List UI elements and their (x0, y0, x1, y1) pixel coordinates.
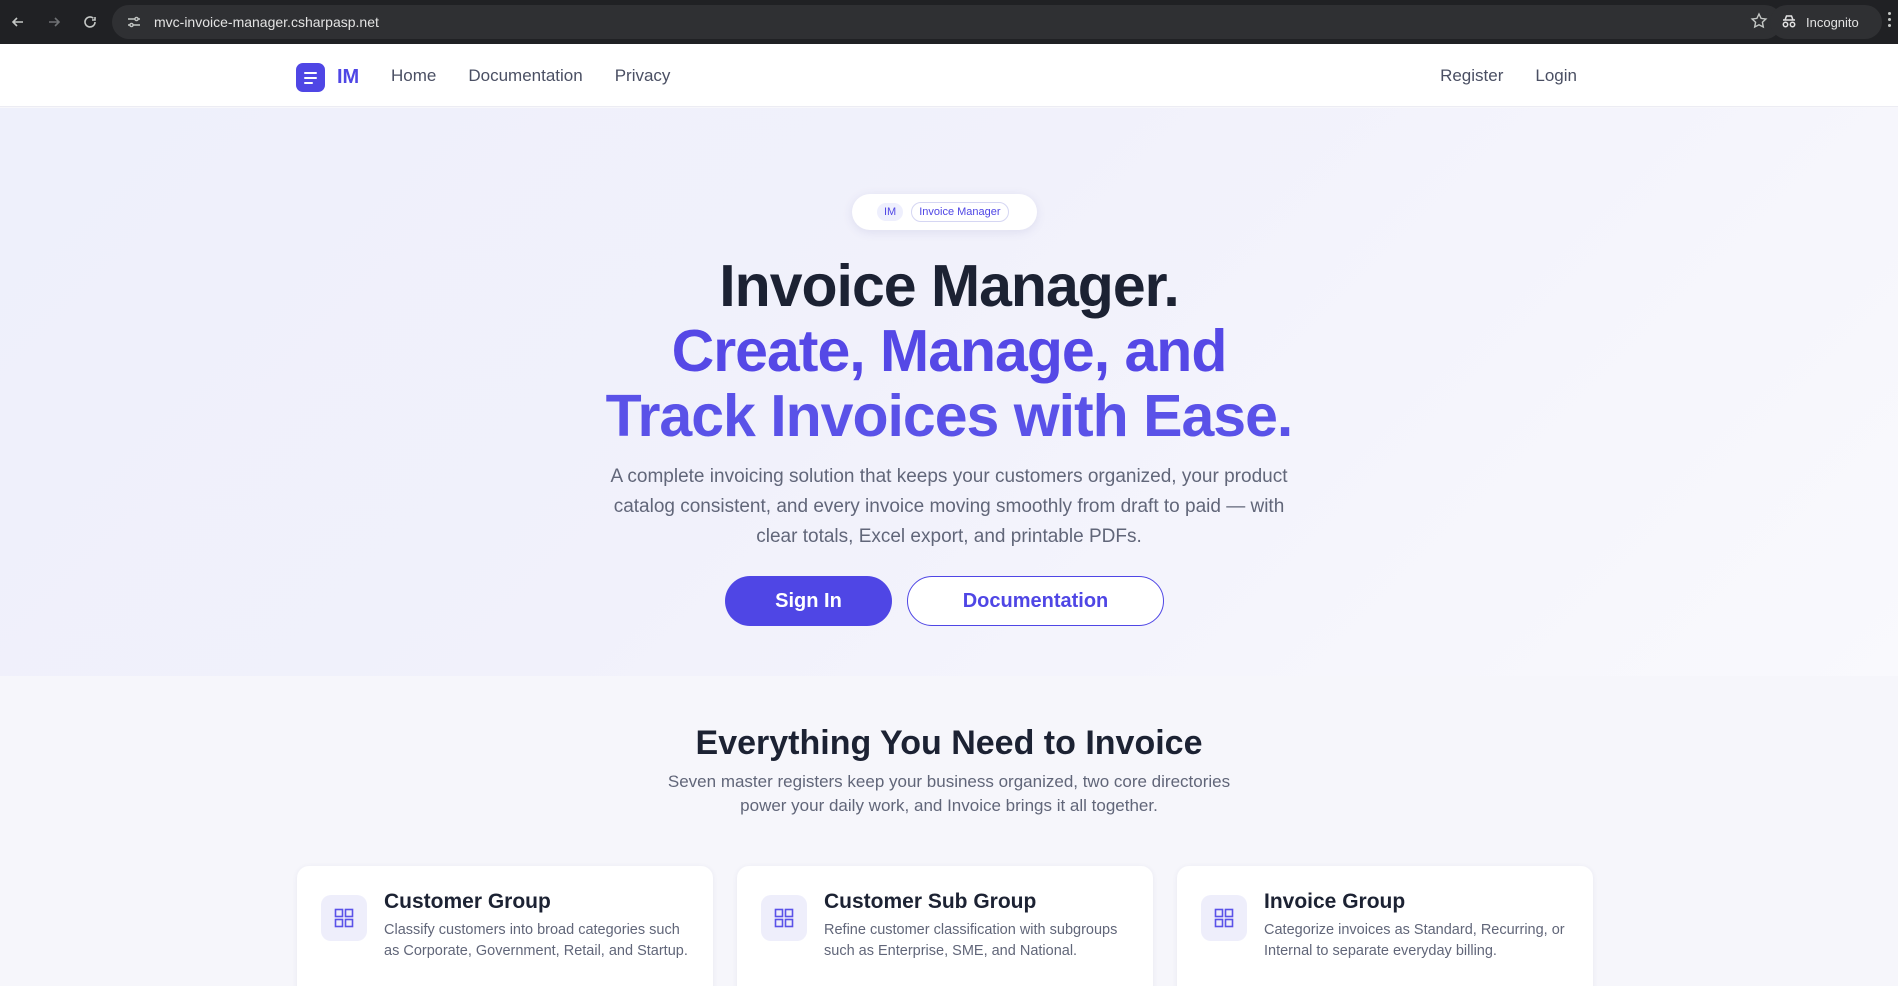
badge-name: Invoice Manager (911, 202, 1009, 222)
browser-menu-icon[interactable] (1888, 12, 1892, 27)
nav-link-privacy[interactable]: Privacy (615, 66, 671, 86)
hero-badge: IM Invoice Manager (852, 194, 1037, 230)
grid-icon (321, 895, 367, 941)
brand-text[interactable]: IM (337, 66, 359, 89)
hero-title-line3: Track Invoices with Ease. (605, 383, 1294, 449)
nav-link-home[interactable]: Home (391, 66, 436, 86)
nav-link-documentation[interactable]: Documentation (468, 66, 582, 86)
hero-section: IM Invoice Manager Invoice Manager. Crea… (0, 108, 1898, 676)
hero-title-line1: Invoice Manager. (719, 253, 1179, 319)
grid-icon (761, 895, 807, 941)
feature-card-text: Classify customers into broad categories… (384, 922, 688, 959)
incognito-icon (1780, 13, 1798, 32)
document-icon (296, 63, 325, 92)
feature-card-title: Invoice Group (1264, 890, 1406, 913)
features-section: Everything You Need to Invoice Seven mas… (0, 676, 1898, 986)
incognito-label: Incognito (1806, 14, 1859, 30)
feature-card-title: Customer Sub Group (824, 890, 1037, 913)
address-bar[interactable]: mvc-invoice-manager.csharpasp.net (112, 5, 1782, 39)
reload-icon[interactable] (72, 4, 108, 40)
nav-link-register[interactable]: Register (1440, 66, 1503, 86)
site-settings-icon[interactable] (124, 12, 144, 32)
documentation-button[interactable]: Documentation (907, 576, 1164, 626)
sign-in-button[interactable]: Sign In (725, 576, 892, 626)
hero-lead: A complete invoicing solution that keeps… (610, 466, 1288, 547)
features-subtitle: Seven master registers keep your busines… (667, 772, 1231, 815)
grid-icon (1201, 895, 1247, 941)
account-nav: Register Login (1440, 66, 1577, 86)
brand-logo[interactable]: IM (296, 63, 359, 92)
hero-title: Invoice Manager. Create, Manage, and Tra… (0, 254, 1898, 449)
forward-arrow-icon[interactable] (36, 4, 72, 40)
features-title: Everything You Need to Invoice (695, 724, 1203, 762)
feature-card-text: Categorize invoices as Standard, Recurri… (1264, 922, 1565, 959)
hero-title-line2: Create, Manage, and (671, 318, 1228, 384)
bookmark-star-icon[interactable] (1750, 12, 1768, 35)
site-navbar: IM Home Documentation Privacy Register L… (0, 44, 1898, 107)
primary-nav: Home Documentation Privacy (391, 66, 670, 86)
feature-card-customer-group: Customer Group Classify customers into b… (297, 866, 713, 986)
feature-card-title: Customer Group (384, 890, 551, 913)
feature-card-text: Refine customer classification with subg… (824, 922, 1118, 959)
feature-card-customer-sub-group: Customer Sub Group Refine customer class… (737, 866, 1153, 986)
nav-link-login[interactable]: Login (1535, 66, 1577, 86)
badge-short: IM (877, 203, 904, 221)
back-arrow-icon[interactable] (0, 4, 36, 40)
incognito-indicator[interactable]: Incognito (1770, 5, 1882, 39)
url-text[interactable]: mvc-invoice-manager.csharpasp.net (154, 14, 379, 30)
browser-toolbar: mvc-invoice-manager.csharpasp.net Incogn… (0, 0, 1898, 44)
feature-card-invoice-group: Invoice Group Categorize invoices as Sta… (1177, 866, 1593, 986)
